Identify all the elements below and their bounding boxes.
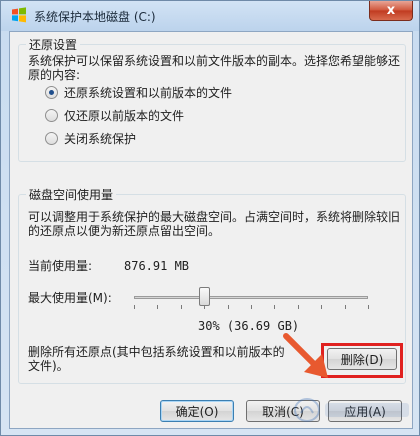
- cancel-button[interactable]: 取消(C): [246, 400, 320, 422]
- slider-tick: [368, 305, 369, 309]
- slider-tick: [227, 305, 229, 309]
- radio-restore-files-button[interactable]: [45, 108, 58, 122]
- radio-turn-off[interactable]: 关闭系统保护: [45, 130, 136, 146]
- max-usage-slider-track[interactable]: [134, 296, 368, 299]
- radio-restore-all[interactable]: 还原系统设置和以前版本的文件: [45, 84, 232, 100]
- radio-turn-off-label: 关闭系统保护: [64, 131, 137, 146]
- max-usage-value: 30% (36.69 GB): [198, 319, 300, 333]
- windows-logo-icon: [12, 7, 26, 23]
- close-icon: x: [386, 3, 396, 18]
- current-usage-value: 876.91 MB: [124, 259, 190, 273]
- title-bar[interactable]: 系统保护本地磁盘 (C:) x: [1, 1, 419, 31]
- slider-tick: [157, 305, 159, 309]
- delete-button[interactable]: 删除(D): [327, 348, 397, 370]
- radio-restore-files-label: 仅还原以前版本的文件: [64, 108, 185, 123]
- close-button[interactable]: x: [369, 1, 413, 21]
- restore-settings-title: 还原设置: [26, 36, 81, 53]
- dialog-body: 还原设置 系统保护可以保留系统设置和以前文件版本的副本。选择您希望能够还原的内容…: [9, 31, 413, 429]
- apply-button[interactable]: 应用(A): [328, 400, 402, 422]
- radio-restore-all-button[interactable]: [45, 85, 58, 99]
- radio-turn-off-button[interactable]: [45, 131, 58, 145]
- max-usage-slider-thumb[interactable]: [198, 287, 210, 306]
- slider-tick: [297, 305, 299, 309]
- disk-usage-title: 磁盘空间使用量: [26, 186, 117, 203]
- dialog-window: 系统保护本地磁盘 (C:) x 还原设置 系统保护可以保留系统设置和以前文件版本…: [0, 0, 420, 436]
- slider-tick: [180, 305, 182, 309]
- radio-restore-files[interactable]: 仅还原以前版本的文件: [45, 107, 184, 123]
- current-usage-label: 当前使用量:: [28, 259, 93, 273]
- disk-description: 可以调整用于系统保护的最大磁盘空间。占满空间时，系统将删除较旧的还原点以便为新还…: [28, 210, 401, 238]
- slider-tick: [344, 305, 346, 309]
- slider-tick: [204, 305, 206, 309]
- radio-restore-all-label: 还原系统设置和以前版本的文件: [64, 85, 233, 100]
- slider-tick: [251, 305, 252, 309]
- window-title: 系统保护本地磁盘 (C:): [34, 10, 156, 24]
- max-usage-label: 最大使用量(M):: [28, 291, 112, 305]
- annotation-arrow-icon: [283, 333, 328, 378]
- slider-tick: [321, 305, 323, 309]
- delete-restore-points-text: 删除所有还原点(其中包括系统设置和以前版本的文件)。: [28, 345, 285, 373]
- restore-description: 系统保护可以保留系统设置和以前文件版本的副本。选择您希望能够还原的内容:: [28, 54, 401, 82]
- slider-tick: [274, 305, 276, 309]
- ok-button[interactable]: 确定(O): [160, 400, 234, 422]
- slider-tick: [134, 305, 135, 309]
